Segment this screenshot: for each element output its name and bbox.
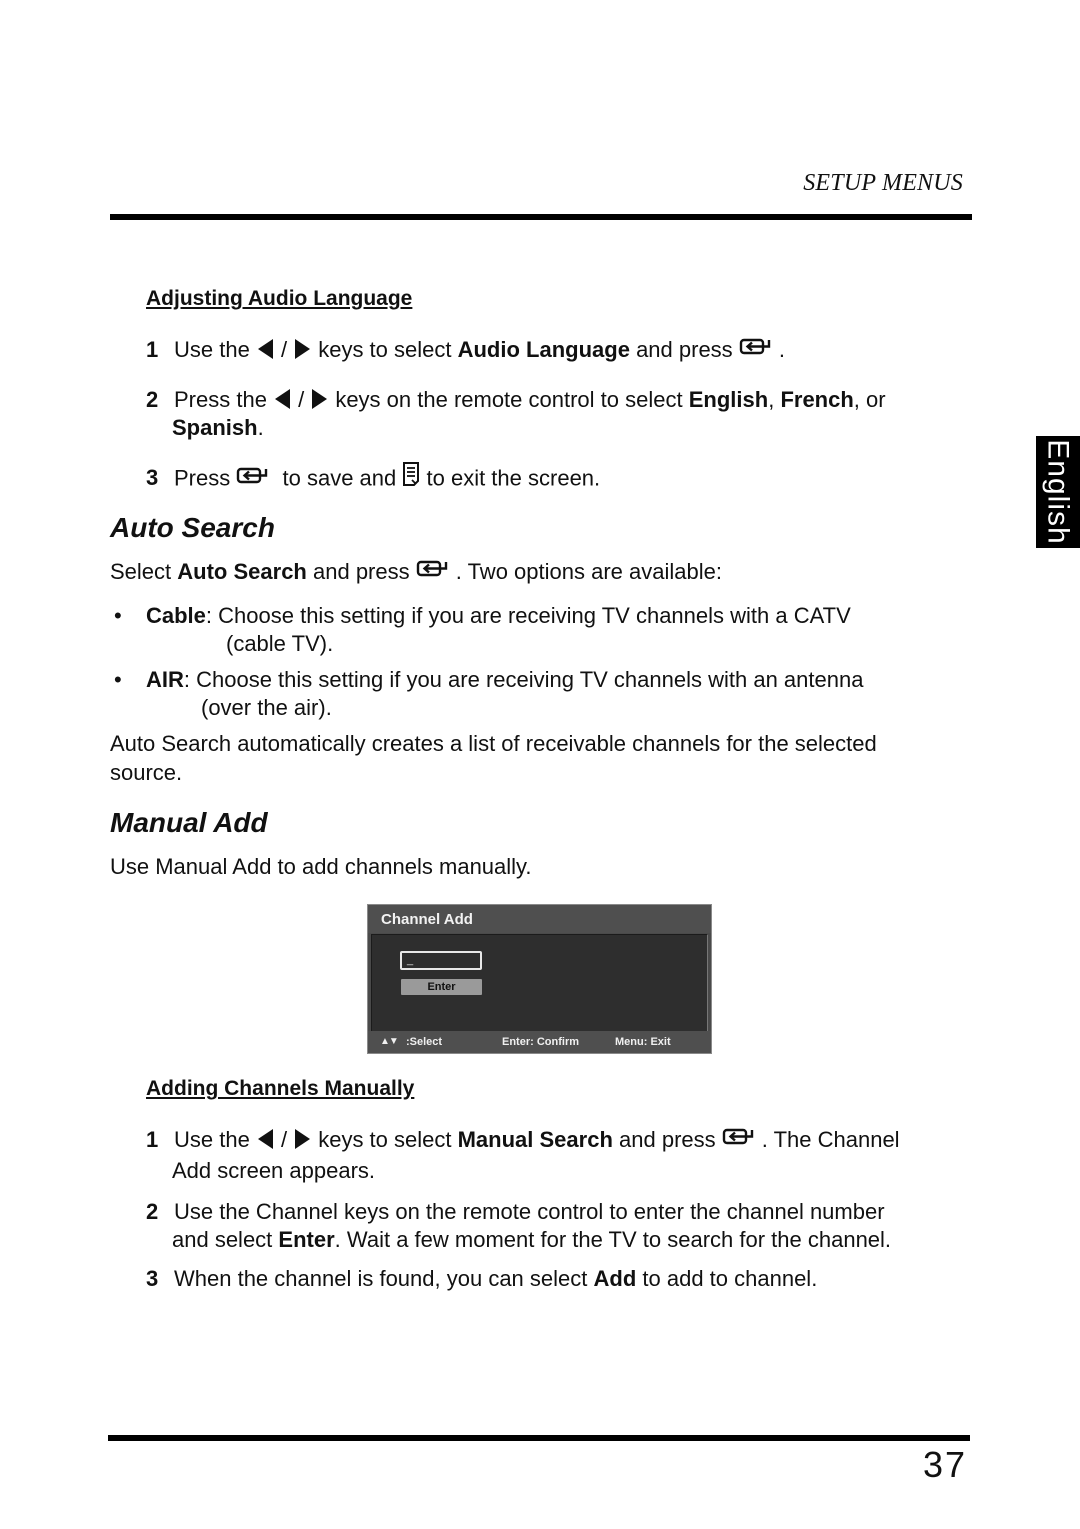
manual-step-1-cont: Add screen appears. <box>172 1158 376 1183</box>
footer-confirm: Enter: Confirm <box>502 1036 579 1048</box>
manual-step-2-cont: and select Enter. Wait a few moment for … <box>172 1226 891 1254</box>
step-text: . The Channel <box>761 1127 900 1152</box>
header-rule <box>110 214 972 220</box>
page-number: 37 <box>922 1444 967 1485</box>
running-head: SETUP MENUS <box>803 170 963 196</box>
option-desc: : Choose this setting if you are receivi… <box>183 667 864 692</box>
left-arrow-icon <box>275 389 291 410</box>
step-text: keys to select <box>318 1127 452 1152</box>
osd-footer: ▲▼ :Select Enter: Confirm Menu: Exit <box>368 1031 711 1053</box>
option-desc: : Choose this setting if you are receivi… <box>205 603 851 628</box>
step-bold: Audio Language <box>457 337 630 362</box>
step-text: to add to channel. <box>642 1266 818 1291</box>
step-text: Press <box>174 465 231 491</box>
enter-icon <box>236 464 276 492</box>
left-arrow-icon <box>257 1129 273 1150</box>
language-tab: English <box>1036 436 1080 548</box>
step-text: Use the Channel keys on the remote contr… <box>174 1199 885 1224</box>
menu-icon <box>402 461 420 494</box>
section-title-manual-add: Manual Add <box>110 807 268 838</box>
option-air: AIR: Choose this setting if you are rece… <box>146 666 863 694</box>
step-text: to save and <box>282 465 397 491</box>
step-text: and press <box>619 1127 716 1152</box>
subheading-audio-language: Adjusting Audio Language <box>146 287 413 310</box>
footer-rule <box>108 1435 970 1441</box>
step-text: , <box>768 387 775 412</box>
audio-step-3: 3 Press to save and to exit the screen. <box>146 461 601 496</box>
audio-step-1: 1 Use the / keys to select Audio Language… <box>146 336 785 365</box>
step-text: . <box>778 337 785 362</box>
option-name: Cable <box>146 603 206 628</box>
manual-step-1: 1 Use the / keys to select Manual Search … <box>146 1126 900 1155</box>
enter-icon <box>722 1125 762 1153</box>
option-bullet: • <box>114 667 122 692</box>
intro-bold: Auto Search <box>177 559 307 584</box>
enter-button[interactable]: Enter <box>401 979 482 995</box>
option-cable: Cable: Choose this setting if you are re… <box>146 602 851 630</box>
language-tab-label: English <box>1042 439 1075 545</box>
osd-title: Channel Add <box>368 905 711 933</box>
step-text: When the channel is found, you can selec… <box>174 1266 588 1291</box>
step-bold: Add <box>593 1266 637 1291</box>
intro-text: Select <box>110 559 172 584</box>
step-text: to exit the screen. <box>426 465 601 491</box>
footer-exit: Menu: Exit <box>615 1036 671 1048</box>
footer-select: :Select <box>406 1036 443 1048</box>
audio-step-2: 2 Press the / keys on the remote control … <box>146 386 886 414</box>
osd-body: _ Enter <box>371 934 708 1032</box>
auto-search-note-line2: source. <box>110 760 183 785</box>
right-arrow-icon <box>295 1129 311 1150</box>
step-number: 2 <box>146 1199 159 1224</box>
slash: / <box>280 1127 288 1152</box>
enter-icon <box>739 335 779 363</box>
step-text: . <box>257 415 264 440</box>
step-text: and select <box>172 1227 273 1252</box>
step-text: . Wait a few moment for the TV to search… <box>334 1227 892 1252</box>
section-title-auto-search: Auto Search <box>110 512 275 543</box>
manual-step-2: 2 Use the Channel keys on the remote cont… <box>146 1198 885 1226</box>
channel-add-screen: Channel Add _ Enter ▲▼ :Select Enter: Co… <box>367 904 712 1054</box>
step-bold: English <box>688 387 769 412</box>
step-text: keys to select <box>318 337 452 362</box>
step-bold: Enter <box>278 1227 335 1252</box>
step-text: Press the <box>174 387 267 412</box>
step-number: 1 <box>146 1127 159 1152</box>
right-arrow-icon <box>295 339 311 360</box>
step-text: Use the <box>174 1127 250 1152</box>
channel-number-input[interactable]: _ <box>400 951 482 970</box>
step-bold: French <box>780 387 854 412</box>
slash: / <box>298 387 305 412</box>
slash: / <box>280 337 288 362</box>
manual-add-intro: Use Manual Add to add channels manually. <box>110 854 532 879</box>
manual-step-3: 3 When the channel is found, you can sele… <box>146 1265 817 1293</box>
option-cable-cont: (cable TV). <box>226 631 334 656</box>
option-name: AIR <box>146 667 184 692</box>
step-text: Use the <box>174 337 250 362</box>
intro-text: . Two options are available: <box>455 559 722 584</box>
enter-icon <box>416 557 456 585</box>
up-down-arrows-icon: ▲▼ <box>380 1036 399 1047</box>
step-number: 3 <box>146 465 159 491</box>
step-number: 1 <box>146 337 159 362</box>
option-air-cont: (over the air). <box>201 695 332 720</box>
step-text: , or <box>853 387 886 412</box>
audio-step-2-cont: Spanish. <box>172 414 264 442</box>
subheading-adding-channels: Adding Channels Manually <box>146 1077 415 1100</box>
step-number: 2 <box>146 387 159 412</box>
option-bullet: • <box>114 603 122 628</box>
step-text: and press <box>636 337 733 362</box>
right-arrow-icon <box>312 389 328 410</box>
auto-search-note-line1: Auto Search automatically creates a list… <box>110 731 877 756</box>
step-number: 3 <box>146 1266 159 1291</box>
intro-text: and press <box>313 559 410 584</box>
step-bold: Spanish <box>172 415 258 440</box>
step-bold: Manual Search <box>457 1127 613 1152</box>
auto-search-intro: Select Auto Search and press . Two optio… <box>110 558 722 587</box>
step-text: keys on the remote control to select <box>335 387 683 412</box>
left-arrow-icon <box>257 339 273 360</box>
